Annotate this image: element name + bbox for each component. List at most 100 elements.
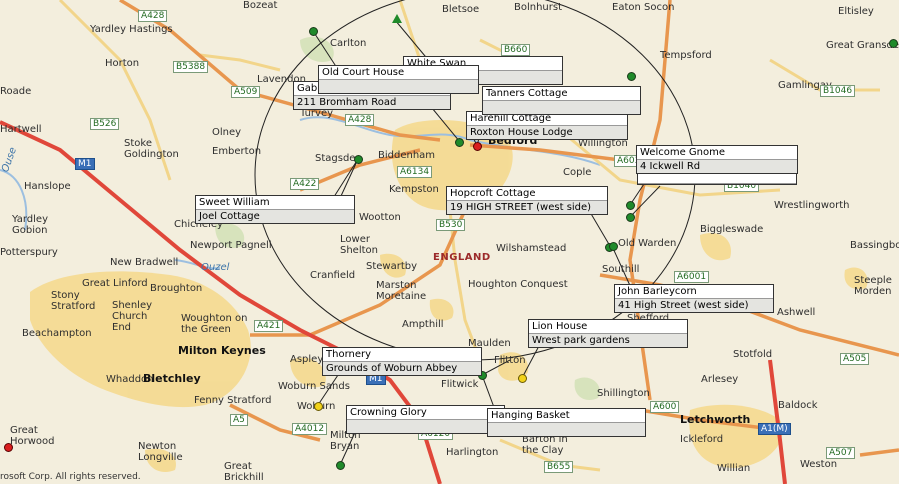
place-label: Southill — [602, 264, 640, 275]
callout-title: Hanging Basket — [488, 409, 645, 423]
pushpin-icon[interactable] — [889, 39, 898, 48]
place-label: Aspley — [290, 354, 324, 365]
place-label: Marston Moretaine — [376, 280, 427, 302]
place-label: Cople — [563, 167, 592, 178]
pushpin-icon[interactable] — [309, 27, 318, 36]
road-shield: A428 — [138, 10, 168, 22]
place-label: Bassingbourn — [850, 240, 899, 251]
place-label: Kempston — [389, 184, 439, 195]
pushpin-icon[interactable] — [627, 72, 636, 81]
place-label: Ashwell — [777, 307, 816, 318]
callout-old-court-house[interactable]: Old Court House — [318, 65, 479, 94]
road-shield: A421 — [254, 320, 284, 332]
town-label: Milton Keynes — [178, 344, 266, 357]
road-shield: B526 — [90, 118, 120, 130]
place-label: Eaton Socon — [612, 2, 675, 13]
place-label: Great Linford — [82, 278, 148, 289]
callout-thornery[interactable]: Thornery Grounds of Woburn Abbey — [322, 347, 482, 376]
callout-lion-house[interactable]: Lion House Wrest park gardens — [528, 319, 688, 348]
road-shield: A4012 — [292, 423, 328, 435]
road-shield: A422 — [290, 178, 320, 190]
place-label: Stoke Goldington — [124, 138, 179, 160]
callout-title: Welcome Gnome — [637, 146, 797, 160]
road-shield: B5388 — [173, 61, 209, 73]
callout-subtitle: Grounds of Woburn Abbey — [323, 362, 481, 375]
pushpin-red-icon[interactable] — [473, 142, 482, 151]
place-label: Wilshamstead — [496, 243, 567, 254]
place-label: Wrestlingworth — [774, 200, 850, 211]
callout-title: John Barleycorn — [615, 285, 773, 299]
callout-tanners-cottage[interactable]: Tanners Cottage — [482, 86, 641, 115]
pushpin-icon[interactable] — [626, 213, 635, 222]
road-shield: A6134 — [397, 166, 433, 178]
pushpin-icon[interactable] — [626, 201, 635, 210]
place-label: Stony Stratford — [51, 290, 96, 312]
callout-hopcroft-cottage[interactable]: Hopcroft Cottage 19 HIGH STREET (west si… — [446, 186, 608, 215]
motorway-shield: A1(M) — [758, 423, 791, 435]
pushpin-red-icon[interactable] — [4, 443, 13, 452]
place-label: Yardley Hastings — [90, 24, 173, 35]
place-label: Stotfold — [733, 349, 773, 360]
road-shield: A509 — [231, 86, 261, 98]
map-view[interactable]: Bozeat Bletsoe Bolnhurst Eaton Socon Elt… — [0, 0, 899, 484]
callout-title: Sweet William — [196, 196, 354, 210]
place-label: Flitton — [494, 355, 526, 366]
pushpin-yellow-icon[interactable] — [518, 374, 527, 383]
place-label: Bolnhurst — [514, 2, 563, 13]
road-shield: A507 — [826, 447, 856, 459]
place-label: Roade — [0, 86, 32, 97]
pushpin-icon[interactable] — [609, 242, 618, 251]
pushpin-icon[interactable] — [455, 138, 464, 147]
place-label: Newton Longville — [138, 441, 183, 463]
place-label: Beachampton — [22, 328, 92, 339]
place-label: New Bradwell — [110, 257, 179, 268]
place-label: Baldock — [778, 400, 818, 411]
callout-sweet-william[interactable]: Sweet William Joel Cottage — [195, 195, 355, 224]
callout-title: Hopcroft Cottage — [447, 187, 607, 201]
place-label: Potterspury — [0, 247, 58, 258]
callout-subtitle-bar — [483, 101, 640, 114]
callout-subtitle: Roxton House Lodge — [467, 126, 627, 139]
place-label: Houghton Conquest — [468, 279, 568, 290]
pushpin-icon[interactable] — [336, 461, 345, 470]
callout-crowning-glory[interactable]: Crowning Glory — [346, 405, 505, 434]
road-shield: A428 — [345, 114, 375, 126]
town-label: Bletchley — [143, 372, 201, 385]
place-label: Great Brickhill — [224, 461, 264, 483]
callout-title: Crowning Glory — [347, 406, 504, 420]
place-label: Wootton — [359, 212, 401, 223]
callout-title: Thornery — [323, 348, 481, 362]
place-label: Olney — [212, 127, 242, 138]
place-label: Willian — [717, 463, 751, 474]
pushpin-triangle-icon[interactable] — [392, 14, 402, 23]
place-label: Bletsoe — [442, 4, 480, 15]
pushpin-icon[interactable] — [354, 155, 363, 164]
callout-title: Tanners Cottage — [483, 87, 640, 101]
place-label: Hartwell — [0, 124, 42, 135]
callout-harehill-cottage[interactable]: Harehill Cottage Roxton House Lodge — [466, 111, 628, 140]
place-label: Newport Pagnell — [190, 240, 272, 251]
place-label: Horton — [105, 58, 140, 69]
place-label: Yardley Gobion — [12, 214, 48, 236]
place-label: Shillington — [597, 388, 650, 399]
callout-subtitle: Wrest park gardens — [529, 334, 687, 347]
road-shield: B660 — [501, 44, 531, 56]
place-label: Bozeat — [243, 0, 278, 11]
place-label: Ickleford — [680, 434, 724, 445]
place-label: Cranfield — [310, 270, 356, 281]
river-label: Ouzel — [201, 262, 230, 273]
place-label: Eltisley — [838, 6, 874, 17]
place-label: Old Warden — [618, 238, 677, 249]
callout-john-barleycorn[interactable]: John Barleycorn 41 High Street (west sid… — [614, 284, 774, 313]
callout-welcome-gnome[interactable]: Welcome Gnome 4 Ickwell Rd — [636, 145, 798, 174]
callout-subtitle: Joel Cottage — [196, 210, 354, 223]
place-label: Emberton — [212, 146, 262, 157]
place-label: Stewartby — [366, 261, 418, 272]
place-label: Arlesey — [701, 374, 739, 385]
road-shield: B530 — [436, 219, 466, 231]
callout-hanging-basket[interactable]: Hanging Basket — [487, 408, 646, 437]
place-label: Woburn Sands — [278, 381, 350, 392]
place-label: Harlington — [446, 447, 499, 458]
callout-subtitle-bar — [347, 420, 504, 433]
pushpin-yellow-icon[interactable] — [314, 402, 323, 411]
